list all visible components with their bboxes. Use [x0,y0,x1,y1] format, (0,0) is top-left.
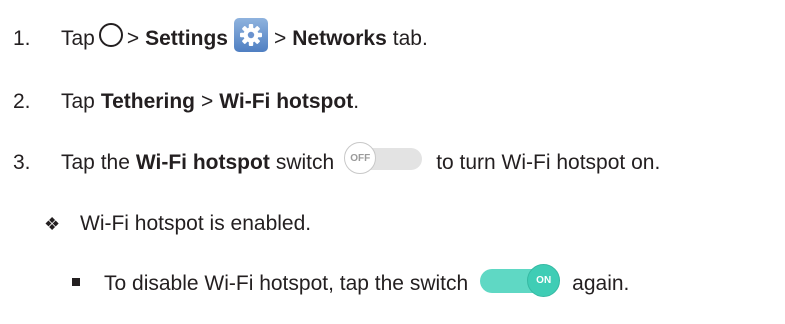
step-1: 1. Tap > Settings > Networks tab. [13,18,428,56]
note-text: again. [572,272,630,295]
step-bold-text: Networks [292,27,387,50]
step-text: switch [275,151,335,174]
step-3: 3. Tap the Wi-Fi hotspot switch OFF to t… [13,142,661,178]
step-text: Tap the [61,151,130,174]
switch-knob: ON [527,264,561,297]
step-number: 2. [13,90,31,113]
step-text: > [273,27,287,50]
settings-gear-icon [233,18,268,52]
step-text: tab. [392,27,428,50]
toggle-switch-on-icon: ON [480,264,562,297]
step-text: > [126,27,140,50]
step-text: . [353,90,360,113]
step-text: Tap [61,90,95,113]
step-bold-text: Tethering [100,90,195,113]
step-text: Tap [61,27,95,50]
note-text: To disable Wi-Fi hotspot, tap the switch [104,272,469,295]
step-2: 2. Tap Tethering > Wi-Fi hotspot . [13,90,359,114]
step-number: 3. [13,151,31,174]
step-text: > [200,90,214,113]
note-line: To disable Wi-Fi hotspot, tap the switch… [72,264,630,300]
diamond-bullet-icon: ❖ [44,213,61,234]
result-text: Wi-Fi hotspot is enabled. [80,212,312,235]
result-line: ❖ Wi-Fi hotspot is enabled. [44,212,311,236]
home-circle-icon [98,23,123,47]
step-bold-text: Wi-Fi hotspot [135,151,270,174]
step-bold-text: Wi-Fi hotspot [219,90,354,113]
switch-knob: OFF [344,142,377,174]
step-text: to turn Wi-Fi hotspot on. [436,151,661,174]
toggle-switch-off-icon: OFF [344,142,424,174]
step-bold-text: Settings [145,27,228,50]
square-bullet-icon [72,278,80,286]
step-number: 1. [13,27,31,50]
